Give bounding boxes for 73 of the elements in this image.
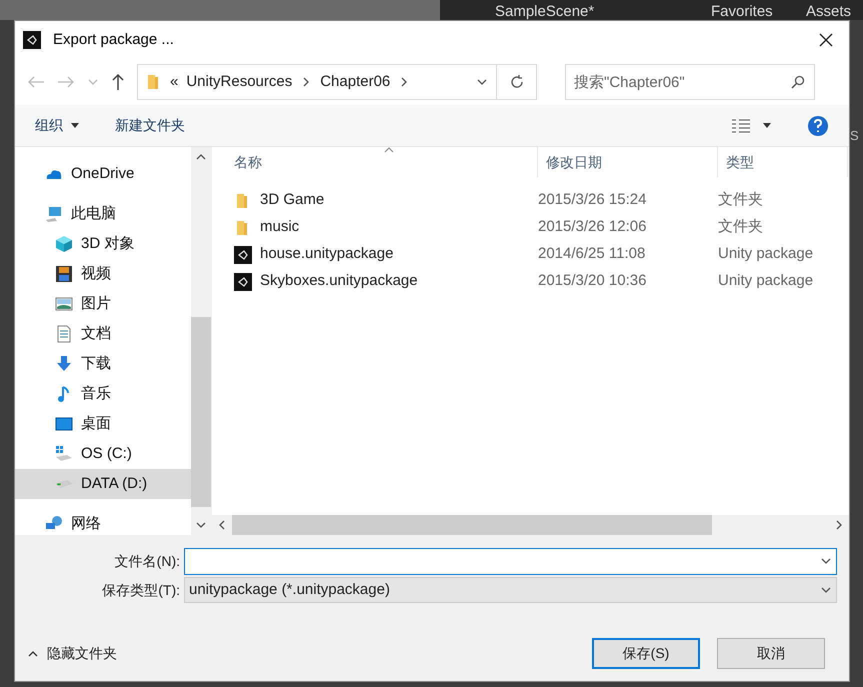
desktop-icon bbox=[55, 415, 73, 433]
view-options-icon[interactable] bbox=[731, 118, 751, 132]
assets-label[interactable]: Assets bbox=[806, 0, 852, 20]
cancel-button[interactable]: 取消 bbox=[717, 638, 825, 669]
column-header[interactable]: 名称 bbox=[234, 152, 262, 172]
windows-drive-icon bbox=[55, 445, 73, 463]
new-folder-button[interactable]: 新建文件夹 bbox=[115, 115, 695, 136]
scrollbar-thumb[interactable] bbox=[191, 317, 211, 507]
hide-folders-button[interactable]: 隐藏文件夹 bbox=[27, 643, 575, 664]
sidebar-item[interactable]: 视频 bbox=[15, 259, 191, 289]
image-icon bbox=[55, 295, 73, 313]
filename-field[interactable] bbox=[184, 548, 837, 574]
sidebar-item[interactable]: OneDrive bbox=[15, 159, 191, 189]
file-row[interactable]: music 2015/3/26 12:06 文件夹 bbox=[234, 214, 849, 241]
file-type: Unity package bbox=[718, 271, 814, 292]
caret-icon bbox=[71, 123, 79, 128]
up-icon[interactable] bbox=[111, 73, 125, 91]
sidebar-item[interactable]: 图片 bbox=[15, 289, 191, 319]
modified-date: 2015/3/26 15:24 bbox=[538, 190, 648, 210]
filename-label: 文件名(N): bbox=[114, 552, 180, 571]
computer-icon bbox=[45, 205, 63, 223]
file-name: 3D Game bbox=[260, 190, 324, 210]
search-field[interactable]: 搜索"Chapter06" bbox=[565, 64, 815, 100]
sidebar-item[interactable]: OS (C:) bbox=[15, 439, 191, 469]
breadcrumb-item[interactable]: « bbox=[170, 70, 178, 94]
film-icon bbox=[55, 265, 73, 283]
scrollbar-thumb[interactable] bbox=[232, 515, 712, 535]
breadcrumb-item[interactable]: Chapter06 bbox=[320, 70, 390, 94]
column-header[interactable]: 修改日期 bbox=[546, 152, 602, 172]
document-icon bbox=[55, 325, 73, 343]
sidebar-item[interactable]: 下载 bbox=[15, 349, 191, 379]
sidebar-item[interactable]: 桌面 bbox=[15, 409, 191, 439]
modified-date: 2014/6/25 11:08 bbox=[538, 244, 646, 264]
panel-label: S bbox=[850, 127, 859, 145]
file-type: 文件夹 bbox=[718, 217, 763, 238]
filetype-label: 保存类型(T): bbox=[101, 580, 180, 600]
breadcrumb-item[interactable]: UnityResources bbox=[186, 70, 292, 94]
file-name: music bbox=[260, 217, 300, 238]
file-row[interactable]: house.unitypackage 2014/6/25 11:08 Unity package bbox=[234, 241, 849, 268]
sidebar-item[interactable]: 音乐 bbox=[15, 379, 191, 409]
unity-package-icon bbox=[234, 272, 252, 290]
modified-date: 2015/3/26 12:06 bbox=[538, 217, 648, 238]
organize-button[interactable]: 组织 bbox=[35, 115, 79, 136]
unity-package-icon bbox=[234, 246, 252, 264]
close-icon[interactable] bbox=[819, 33, 833, 47]
download-icon bbox=[55, 355, 73, 373]
file-name: Skyboxes.unitypackage bbox=[260, 271, 418, 292]
sidebar-item[interactable]: 文档 bbox=[15, 319, 191, 349]
unity-package-icon bbox=[23, 31, 41, 49]
modified-date: 2015/3/20 10:36 bbox=[538, 271, 648, 292]
drive-icon bbox=[55, 480, 73, 488]
address-bar[interactable]: « UnityResources Chapter06 bbox=[137, 64, 537, 100]
save-button[interactable]: 保存(S) bbox=[592, 638, 700, 669]
file-type: Unity package bbox=[718, 244, 814, 264]
sidebar-item[interactable]: 网络 bbox=[15, 509, 191, 535]
file-row[interactable]: Skyboxes.unitypackage 2015/3/20 10:36 Unity package bbox=[234, 268, 849, 295]
favorites-label[interactable]: Favorites bbox=[656, 0, 806, 20]
sidebar-item[interactable]: DATA (D:) bbox=[15, 469, 191, 499]
sidebar-item[interactable]: 3D 对象 bbox=[15, 229, 191, 259]
search-icon bbox=[791, 75, 805, 89]
sort-icon bbox=[384, 147, 394, 153]
column-header[interactable]: 类型 bbox=[726, 152, 754, 172]
cube-icon bbox=[55, 235, 73, 253]
filetype-dropdown[interactable]: unitypackage (*.unitypackage) bbox=[184, 577, 837, 603]
file-row[interactable]: 3D Game 2015/3/26 15:24 文件夹 bbox=[234, 187, 849, 214]
sidebar-item[interactable]: 此电脑 bbox=[15, 199, 191, 229]
file-type: 文件夹 bbox=[718, 190, 763, 210]
help-icon[interactable] bbox=[807, 114, 829, 136]
window-title: Export package ... bbox=[53, 30, 175, 50]
refresh-icon[interactable] bbox=[508, 74, 524, 90]
scene-tab[interactable]: SampleScene* bbox=[440, 0, 656, 20]
caret-icon[interactable] bbox=[763, 123, 771, 128]
file-name: house.unitypackage bbox=[260, 244, 394, 264]
